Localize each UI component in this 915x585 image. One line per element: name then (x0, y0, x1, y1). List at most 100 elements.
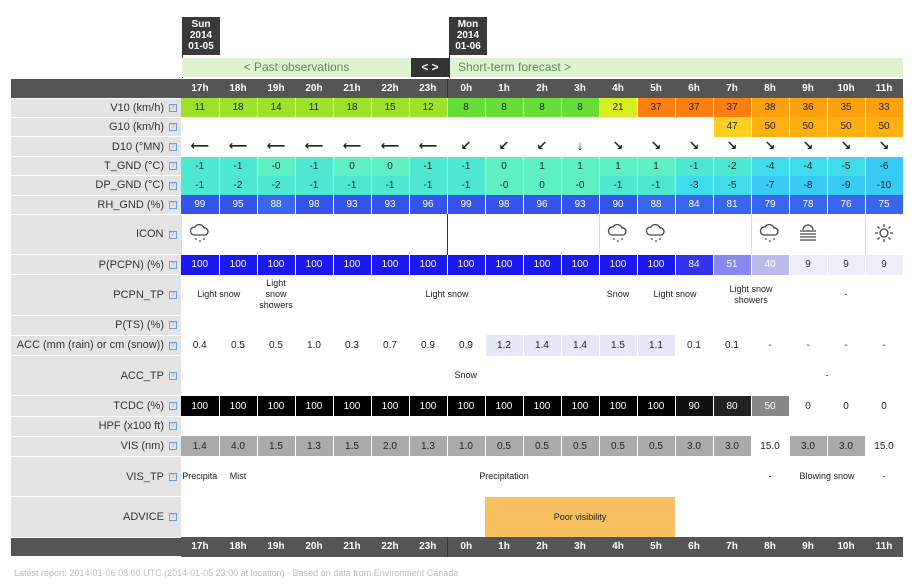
help-icon[interactable]: ? (169, 513, 177, 522)
row-label-icon: ICON? (11, 214, 181, 256)
wind-direction-icon: ⟵ (371, 136, 410, 157)
help-icon[interactable]: ? (169, 321, 177, 330)
pcpntp-span: Light snow showers (713, 274, 790, 316)
weather-icon-cell (827, 214, 865, 254)
wind-direction-icon: ↘ (675, 136, 714, 157)
past-observations-link[interactable]: < Past observations (182, 58, 411, 77)
tgnd-cell: -0 (257, 156, 296, 176)
ppcpn-cell: 40 (751, 254, 790, 275)
weather-icon-cell (789, 214, 827, 254)
hour-header: 21h (333, 79, 371, 99)
hpf-cell (637, 416, 676, 437)
weather-icon-cell (409, 214, 447, 254)
pcpntp-span: Light snow showers (257, 274, 296, 316)
pts-cell (485, 315, 524, 336)
pts-cell (599, 315, 638, 336)
rhgnd-cell: 95 (219, 195, 258, 215)
hpf-cell (485, 416, 524, 437)
hour-header: 6h (675, 79, 713, 99)
help-icon[interactable]: ? (169, 181, 177, 190)
tcdc-cell: 100 (295, 395, 334, 417)
hpf-cell (257, 416, 296, 437)
pts-cell (865, 315, 904, 336)
g10-cell (181, 117, 220, 137)
v10-cell: 11 (295, 98, 334, 118)
help-icon[interactable]: ? (169, 472, 177, 481)
acc-cell: 0.4 (181, 335, 220, 356)
help-icon[interactable]: ? (168, 230, 177, 239)
help-icon[interactable]: ? (169, 123, 177, 132)
g10-cell: 50 (789, 117, 828, 137)
row-label-v10: V10 (km/h)? (11, 98, 181, 118)
weather-icon-cell (598, 214, 637, 255)
dpgnd-cell: -5 (713, 175, 752, 196)
hour-header: 18h (219, 79, 257, 99)
help-icon[interactable]: ? (169, 442, 177, 451)
ppcpn-cell: 9 (789, 254, 828, 275)
ppcpn-cell: 100 (219, 254, 258, 275)
rhgnd-cell: 99 (446, 195, 486, 215)
vistp-span: Precipitation (257, 456, 752, 497)
acc-cell: 0.1 (675, 335, 714, 356)
v10-cell: 37 (675, 98, 714, 118)
hpf-cell (446, 416, 486, 437)
pts-cell (561, 315, 600, 336)
help-icon[interactable]: ? (169, 200, 177, 209)
hour-header: 7h (713, 537, 751, 557)
rhgnd-cell: 78 (789, 195, 828, 215)
day-name: Sun (191, 19, 211, 30)
vis-cell: 0.5 (523, 436, 562, 457)
wind-direction-icon: ⟵ (295, 136, 334, 157)
hpf-cell (599, 416, 638, 437)
help-icon[interactable]: ? (169, 402, 177, 411)
ppcpn-cell: 9 (827, 254, 866, 275)
help-icon[interactable]: ? (169, 422, 177, 431)
row-label-advice: ADVICE? (11, 496, 181, 538)
snow-cloud-icon (645, 223, 665, 242)
g10-cell: 50 (827, 117, 866, 137)
help-icon[interactable]: ? (169, 260, 177, 269)
acc-cell: - (865, 335, 904, 356)
g10-cell (599, 117, 638, 137)
ppcpn-cell: 100 (181, 254, 220, 275)
hour-header: 19h (257, 537, 295, 557)
tgnd-cell: -6 (865, 156, 904, 176)
dpgnd-cell: -9 (827, 175, 866, 196)
vis-cell: 1.5 (257, 436, 296, 457)
wind-direction-icon: ↘ (865, 136, 904, 157)
hour-header: 6h (675, 537, 713, 557)
row-label-ppcpn: P(PCPN) (%)? (11, 254, 181, 276)
hour-header: 10h (827, 79, 865, 99)
vis-cell: 15.0 (751, 436, 790, 457)
acc-cell: - (789, 335, 828, 356)
row-icon: ICON? (11, 214, 903, 256)
row-hpf: HPF (x100 ft)? (11, 416, 904, 437)
row-v10: V10 (km/h)? 11 18 14 11 18 15 12 8 8 8 8 21 37 37 37 38 3… (11, 98, 904, 118)
toggle-period-button[interactable]: < > (411, 58, 449, 77)
tgnd-cell: 0 (485, 156, 524, 176)
rhgnd-cell: 96 (523, 195, 562, 215)
dpgnd-cell: -1 (599, 175, 638, 196)
short-term-forecast-link[interactable]: Short-term forecast > (450, 58, 903, 77)
help-icon[interactable]: ? (169, 103, 177, 112)
tgnd-cell: -1 (181, 156, 220, 176)
forecast-page: { "days":[{"name":"Sun","year":"2014","d… (0, 0, 915, 585)
rhgnd-cell: 93 (561, 195, 600, 215)
help-icon[interactable]: ? (169, 371, 177, 380)
help-icon[interactable]: ? (169, 162, 177, 171)
weather-icon-cell (446, 214, 485, 255)
vis-cell: 0.5 (485, 436, 524, 457)
g10-cell (485, 117, 524, 137)
help-icon[interactable]: ? (169, 291, 177, 300)
dpgnd-cell: -1 (333, 175, 372, 196)
help-icon[interactable]: ? (169, 341, 177, 350)
weather-icon-cell (371, 214, 409, 254)
weather-icon-cell (180, 214, 219, 255)
tgnd-cell: -1 (446, 156, 486, 176)
v10-cell: 37 (713, 98, 752, 118)
vis-cell: 1.4 (181, 436, 220, 457)
footer-note: Latest report: 2014-01-06 03:00 UTC (201… (14, 568, 459, 578)
tcdc-cell: 100 (523, 395, 562, 417)
hour-header: 22h (371, 537, 409, 557)
help-icon[interactable]: ? (169, 142, 177, 151)
